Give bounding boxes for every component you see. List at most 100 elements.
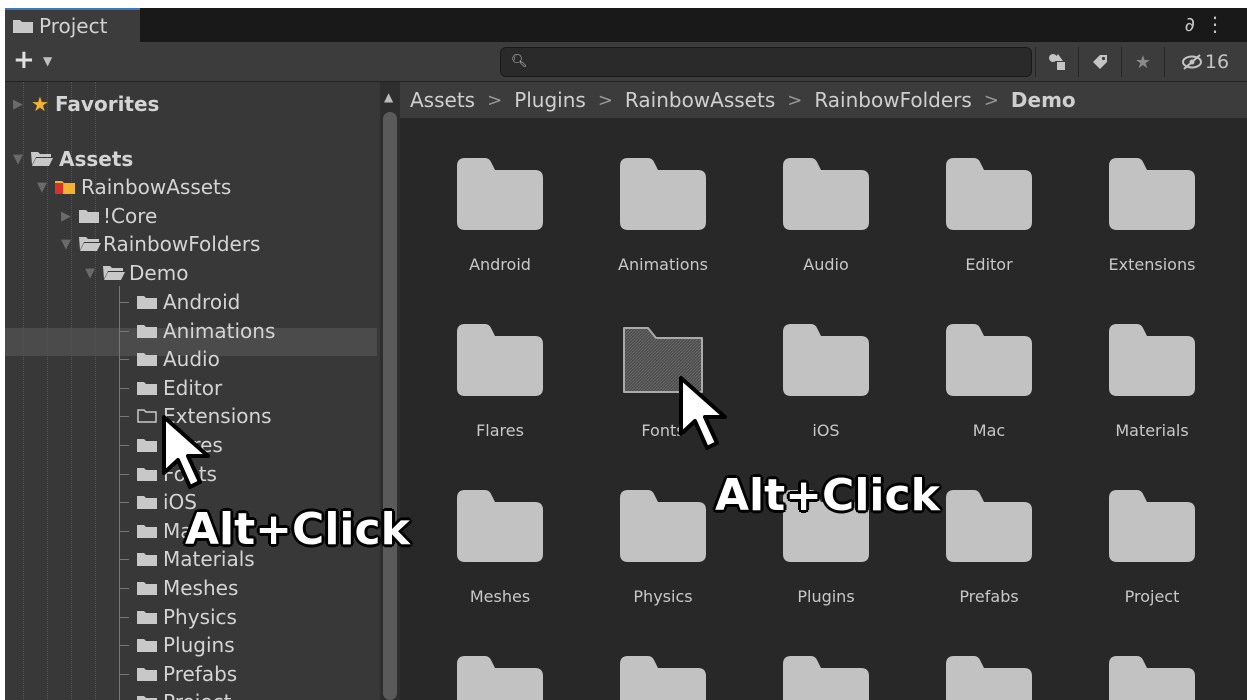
folder-icon xyxy=(137,525,157,538)
breadcrumb: Assets > Plugins > RainbowAssets > Rainb… xyxy=(400,82,1247,118)
tree-item-physics[interactable]: Physics xyxy=(137,603,237,631)
scroll-up-icon[interactable]: ▲ xyxy=(384,90,393,104)
hidden-packages-button[interactable]: 16 xyxy=(1164,47,1245,77)
sidebar-scrollbar[interactable]: ▲ xyxy=(380,82,400,700)
asset-folder-label: Mac xyxy=(972,421,1006,440)
breadcrumb-item[interactable]: Assets xyxy=(410,88,475,112)
folder-icon xyxy=(783,324,869,396)
tree-connector xyxy=(119,359,129,360)
asset-folder-android[interactable]: Android xyxy=(425,118,575,274)
tree-item-audio[interactable]: Audio xyxy=(137,345,220,373)
chevron-down-icon[interactable]: ▼ xyxy=(43,54,52,68)
breadcrumb-item[interactable]: RainbowFolders xyxy=(814,88,971,112)
filter-by-label-icon xyxy=(1093,55,1107,69)
asset-folder-partial[interactable] xyxy=(620,656,706,700)
folder-icon xyxy=(137,668,157,681)
tree-connector xyxy=(119,559,129,560)
asset-folder-partial[interactable] xyxy=(783,656,869,700)
tree-item-meshes[interactable]: Meshes xyxy=(137,574,238,602)
filter-by-label-button[interactable] xyxy=(1078,47,1121,77)
tree-item-project[interactable]: Project xyxy=(137,688,231,700)
breadcrumb-current[interactable]: Demo xyxy=(1011,88,1076,112)
folder-icon xyxy=(1109,324,1195,396)
folder-icon xyxy=(137,409,157,423)
asset-folder-audio[interactable]: Audio xyxy=(751,118,901,274)
tree-item-editor[interactable]: Editor xyxy=(137,374,222,402)
folder-icon xyxy=(1109,656,1195,700)
tree-item-favorites[interactable]: ▶ ★ Favorites xyxy=(13,90,159,118)
asset-folder-label: Android xyxy=(469,255,531,274)
expand-arrow-icon[interactable]: ▶ xyxy=(61,209,79,224)
star-icon: ★ xyxy=(31,92,49,116)
tree-item-rainbowfolders[interactable]: ▼ RainbowFolders xyxy=(61,230,260,258)
more-options-icon[interactable]: ⋮ xyxy=(1205,12,1235,36)
folder-icon xyxy=(1109,490,1195,562)
open-folder-icon xyxy=(103,266,125,280)
chevron-right-icon: > xyxy=(983,89,999,111)
create-button[interactable]: + xyxy=(13,45,35,75)
folder-icon xyxy=(137,553,157,566)
folder-icon xyxy=(946,158,1032,230)
tree-item-plugins[interactable]: Plugins xyxy=(137,631,235,659)
project-tab[interactable]: Project xyxy=(5,8,140,42)
folder-tree: ▶ ★ Favorites ▼ Assets ▼ RainbowAssets ▶… xyxy=(5,82,380,700)
cursor-arrow-icon xyxy=(679,376,727,450)
asset-folder-editor[interactable]: Editor xyxy=(914,118,1064,274)
asset-folder-animations[interactable]: Animations xyxy=(588,118,738,274)
tree-item-core[interactable]: ▶ !Core xyxy=(61,202,157,230)
tab-bar: Project ∂⋮ xyxy=(5,8,1247,42)
expand-arrow-icon[interactable]: ▶ xyxy=(13,97,31,112)
asset-folder-label: Animations xyxy=(618,255,708,274)
tree-item-demo[interactable]: ▼ Demo xyxy=(85,259,188,287)
tree-item-rainbowassets[interactable]: ▼ RainbowAssets xyxy=(37,173,231,201)
tab-controls: ∂⋮ xyxy=(1185,12,1235,36)
tree-item-animations[interactable]: Animations xyxy=(137,317,275,345)
breadcrumb-item[interactable]: Plugins xyxy=(514,88,586,112)
asset-folder-flares[interactable]: Flares xyxy=(425,284,575,440)
alt-click-annotation-left: Alt+Click xyxy=(185,504,410,555)
folder-icon xyxy=(783,656,869,700)
hidden-packages-icon xyxy=(1181,54,1202,70)
asset-folder-partial[interactable] xyxy=(1109,656,1195,700)
asset-folder-extensions[interactable]: Extensions xyxy=(1077,118,1227,274)
asset-folder-partial[interactable] xyxy=(457,656,543,700)
asset-folder-materials[interactable]: Materials xyxy=(1077,284,1227,440)
cursor-arrow-icon xyxy=(162,415,210,489)
tree-connector xyxy=(119,588,129,589)
asset-folder-meshes[interactable]: Meshes xyxy=(425,450,575,606)
folder-icon xyxy=(137,439,157,452)
asset-folder-mac[interactable]: Mac xyxy=(914,284,1064,440)
tree-guide xyxy=(23,82,25,700)
asset-grid: Android Animations Audio Editor Extensions Fl… xyxy=(400,118,1247,700)
collapse-arrow-icon[interactable]: ▼ xyxy=(37,180,55,195)
asset-folder-label: Physics xyxy=(633,587,693,606)
tree-connector xyxy=(119,474,129,475)
chevron-right-icon: > xyxy=(487,89,503,111)
folder-icon xyxy=(620,490,706,562)
asset-folder-label: Flares xyxy=(476,421,524,440)
tree-item-label: Animations xyxy=(163,319,276,343)
tree-item-assets[interactable]: ▼ Assets xyxy=(13,145,133,173)
tree-connector xyxy=(119,388,129,389)
tree-item-prefabs[interactable]: Prefabs xyxy=(137,660,237,688)
folder-icon xyxy=(457,158,543,230)
lock-icon[interactable]: ∂ xyxy=(1185,12,1205,36)
asset-folder-partial[interactable] xyxy=(946,656,1032,700)
tree-connector xyxy=(119,531,129,532)
favorites-star-button[interactable]: ★ xyxy=(1121,47,1164,77)
tree-item-android[interactable]: Android xyxy=(137,288,240,316)
asset-folder-project[interactable]: Project xyxy=(1077,450,1227,606)
breadcrumb-item[interactable]: RainbowAssets xyxy=(625,88,775,112)
asset-folder-label: Project xyxy=(1124,587,1180,606)
toolbar: + ▼ 🔍︎ ★ 16 xyxy=(5,42,1247,82)
asset-folder-ios[interactable]: iOS xyxy=(751,284,901,440)
folder-icon xyxy=(137,639,157,652)
folder-icon xyxy=(946,656,1032,700)
collapse-arrow-icon[interactable]: ▼ xyxy=(85,266,103,281)
collapse-arrow-icon[interactable]: ▼ xyxy=(61,237,79,252)
filter-by-type-button[interactable] xyxy=(1035,47,1078,77)
collapse-arrow-icon[interactable]: ▼ xyxy=(13,152,31,167)
search-input[interactable]: 🔍︎ xyxy=(500,47,1032,77)
alt-click-annotation-right: Alt+Click xyxy=(715,470,940,521)
scrollbar-thumb[interactable] xyxy=(383,112,397,700)
